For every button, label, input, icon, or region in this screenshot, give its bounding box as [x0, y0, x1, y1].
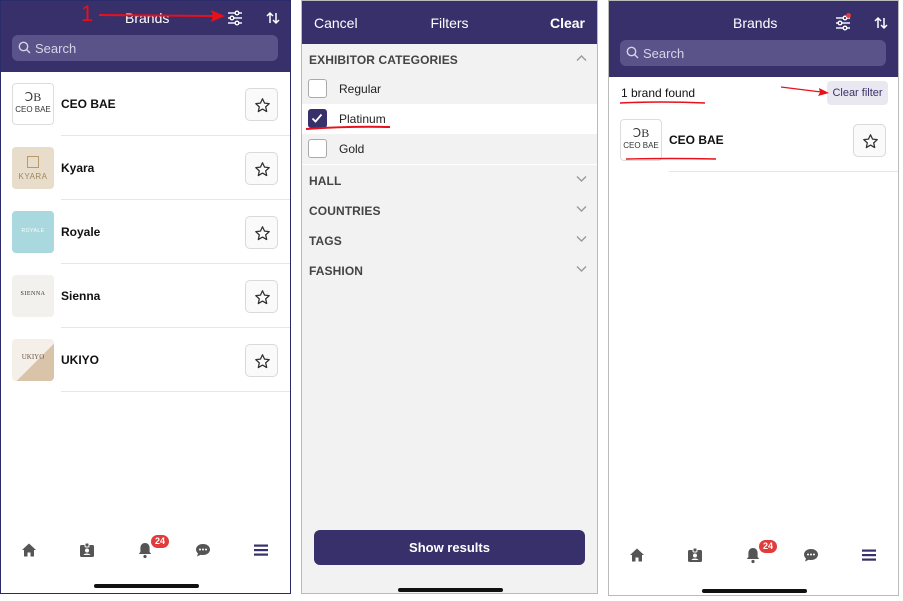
list-item[interactable]: ↃB CEO BAE CEO BAE: [609, 108, 898, 172]
brand-logo: ↃB CEO BAE: [620, 119, 662, 161]
brand-name: Kyara: [61, 161, 95, 175]
brand-name: CEO BAE: [61, 97, 116, 111]
list-item[interactable]: UKIYO UKIYO: [1, 328, 290, 392]
checkbox[interactable]: [308, 79, 327, 98]
sort-arrows-icon[interactable]: [872, 14, 890, 32]
header: Brands Search: [1, 1, 290, 72]
filter-active-dot: [846, 13, 851, 18]
section-label: FASHION: [309, 264, 364, 278]
section-countries[interactable]: COUNTRIES: [302, 195, 597, 225]
notification-badge: 24: [151, 535, 170, 548]
option-platinum[interactable]: Platinum: [302, 104, 597, 134]
menu-icon[interactable]: [861, 547, 881, 567]
section-tags[interactable]: TAGS: [302, 225, 597, 255]
chevron-down-icon: [576, 266, 587, 272]
page-title: Brands: [733, 15, 778, 31]
search-placeholder: Search: [35, 41, 77, 56]
results-count: 1 brand found: [621, 86, 696, 100]
checkmark-icon: [311, 113, 323, 123]
chevron-down-icon: [576, 176, 587, 182]
home-indicator: [94, 584, 199, 588]
list-item[interactable]: ROYALE Royale: [1, 200, 290, 264]
section-label: HALL: [309, 174, 342, 188]
option-gold[interactable]: Gold: [302, 134, 597, 164]
home-icon[interactable]: [20, 541, 40, 561]
section-fashion[interactable]: FASHION: [302, 255, 597, 285]
brand-logo: KYARA: [12, 147, 54, 189]
search-input[interactable]: Search: [12, 35, 278, 61]
search-icon: [626, 46, 639, 59]
notification-badge: 24: [759, 540, 778, 553]
filtered-brands-screen: Brands Search 1 brand found Clear filter…: [608, 0, 899, 596]
star-icon: [255, 98, 270, 113]
option-label: Platinum: [339, 112, 386, 126]
chat-bubble-icon[interactable]: [194, 541, 214, 561]
divider: [669, 171, 898, 172]
star-icon: [863, 134, 878, 149]
clear-button[interactable]: Clear: [550, 15, 585, 31]
clear-filter-button[interactable]: Clear filter: [827, 81, 888, 105]
filters-screen: Cancel Filters Clear EXHIBITOR CATEGORIE…: [301, 0, 598, 594]
search-placeholder: Search: [643, 46, 685, 61]
chevron-down-icon: [576, 206, 587, 212]
section-label: EXHIBITOR CATEGORIES: [309, 53, 458, 67]
tab-bar: 24: [609, 540, 898, 574]
brand-logo: UKIYO: [12, 339, 54, 381]
home-indicator: [702, 589, 807, 593]
brand-name: CEO BAE: [669, 133, 724, 147]
option-regular[interactable]: Regular: [302, 74, 597, 104]
favorite-button[interactable]: [245, 88, 278, 121]
brand-name: Sienna: [61, 289, 101, 303]
menu-icon[interactable]: [253, 542, 273, 562]
badge-card-icon[interactable]: [686, 546, 706, 566]
brand-logo: SIENNA: [12, 275, 54, 317]
list-item[interactable]: KYARA Kyara: [1, 136, 290, 200]
star-icon: [255, 290, 270, 305]
favorite-button[interactable]: [245, 280, 278, 313]
option-label: Regular: [339, 82, 382, 96]
brands-list-screen: Brands Search ↃB CEO BAE CEO BAE KYARA K…: [0, 0, 291, 594]
section-exhibitor-categories[interactable]: EXHIBITOR CATEGORIES: [302, 44, 597, 74]
favorite-button[interactable]: [853, 124, 886, 157]
checkbox-checked[interactable]: [308, 109, 327, 128]
page-title: Brands: [125, 10, 170, 26]
brand-name: UKIYO: [61, 353, 100, 367]
favorite-button[interactable]: [245, 344, 278, 377]
show-results-button[interactable]: Show results: [314, 530, 585, 565]
checkbox[interactable]: [308, 139, 327, 158]
search-icon: [18, 41, 31, 54]
list-item[interactable]: ↃB CEO BAE CEO BAE: [1, 72, 290, 136]
filter-sliders-icon[interactable]: [834, 13, 852, 32]
star-icon: [255, 354, 270, 369]
chevron-down-icon: [576, 236, 587, 242]
brand-name: Royale: [61, 225, 101, 239]
favorite-button[interactable]: [245, 152, 278, 185]
chat-bubble-icon[interactable]: [802, 546, 822, 566]
section-label: TAGS: [309, 234, 342, 248]
section-label: COUNTRIES: [309, 204, 381, 218]
annotation-arrow: [780, 86, 829, 96]
header: Brands Search: [609, 1, 898, 77]
header: Cancel Filters Clear: [302, 1, 597, 44]
home-indicator: [398, 588, 503, 592]
chevron-up-icon: [576, 55, 587, 61]
favorite-button[interactable]: [245, 216, 278, 249]
sort-arrows-icon[interactable]: [264, 9, 282, 27]
tab-bar: 24: [1, 535, 290, 569]
brand-logo: ↃB CEO BAE: [12, 83, 54, 125]
brand-logo: ROYALE: [12, 211, 54, 253]
home-icon[interactable]: [628, 546, 648, 566]
section-hall[interactable]: HALL: [302, 165, 597, 195]
filter-sliders-icon[interactable]: [226, 9, 244, 27]
star-icon: [255, 226, 270, 241]
badge-card-icon[interactable]: [78, 541, 98, 561]
search-input[interactable]: Search: [620, 40, 886, 66]
divider: [61, 391, 290, 392]
option-label: Gold: [339, 142, 365, 156]
star-icon: [255, 162, 270, 177]
list-item[interactable]: SIENNA Sienna: [1, 264, 290, 328]
